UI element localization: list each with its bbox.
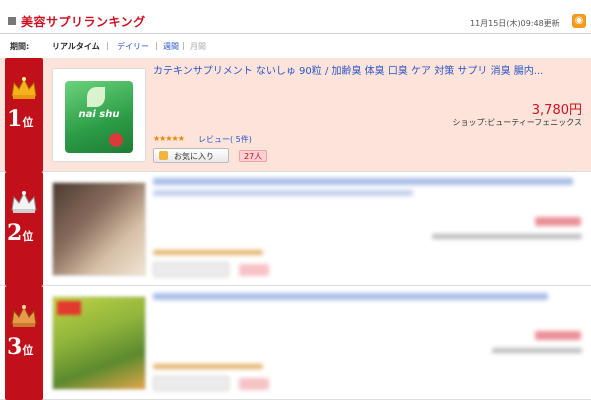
page-title: 美容サプリランキング	[21, 15, 146, 29]
shop-name[interactable]: ショップ:ビューティーフェニックス	[453, 117, 583, 128]
updated-timestamp: 11月15日(木)09:48更新	[470, 19, 560, 28]
product-title-link[interactable]: カテキンサプリメント ないしゅ 90粒 / 加齢臭 体臭 口臭 ケア 対策 サプ…	[153, 62, 583, 77]
period-selector: 期間: リアルタイム | デイリー | 週間 | 月間	[0, 38, 591, 56]
blurred-shop	[492, 348, 582, 353]
rank-digit: 2	[7, 220, 23, 246]
package-label: nai shu	[78, 109, 120, 120]
rss-icon[interactable]: ◉	[572, 14, 586, 28]
product-image[interactable]: nai shu	[52, 68, 146, 162]
add-favorite-button[interactable]: お気に入り	[153, 148, 229, 163]
product-package: nai shu	[65, 81, 133, 153]
blurred-favorite-button	[153, 376, 229, 391]
period-separator: |	[182, 41, 185, 50]
bronze-crown-icon	[11, 305, 37, 327]
page-header: 美容サプリランキング 11月15日(木)09:48更新 ◉	[0, 0, 591, 32]
rank-unit: 位	[22, 116, 34, 129]
blurred-title-line	[153, 293, 548, 300]
rank-unit: 位	[22, 344, 34, 357]
period-tab-weekly[interactable]: 週間	[163, 41, 179, 52]
review-link[interactable]: レビュー( 5件)	[198, 134, 252, 145]
rank-number: 3位	[7, 334, 41, 360]
silver-crown-icon	[11, 191, 37, 213]
product-image[interactable]	[52, 296, 146, 390]
blurred-price	[535, 217, 581, 226]
ranking-item: 2位	[0, 172, 591, 286]
gold-crown-icon	[11, 77, 37, 99]
ranking-item: 3位	[0, 286, 591, 400]
blurred-price	[535, 331, 581, 340]
favorite-label: お気に入り	[174, 152, 214, 161]
period-tab-monthly[interactable]: 月間	[190, 41, 206, 52]
red-dot-icon	[109, 133, 123, 147]
period-separator: |	[106, 41, 109, 50]
product-price: 3,780円	[531, 103, 582, 118]
rank-badge: 2位	[5, 172, 43, 286]
rank-badge: 1位	[5, 58, 43, 172]
blurred-review	[153, 364, 263, 369]
period-tab-daily[interactable]: デイリー	[117, 41, 149, 52]
rank-digit: 3	[7, 334, 23, 360]
header-divider	[0, 33, 591, 34]
blurred-favorite-count	[239, 378, 269, 390]
product-image[interactable]	[52, 182, 146, 276]
period-label: 期間:	[10, 42, 30, 51]
rank-digit: 1	[7, 106, 23, 132]
rank-badge: 3位	[5, 286, 43, 400]
rating-stars: ★★★★★	[153, 134, 185, 143]
blurred-title-line	[153, 190, 413, 196]
blurred-favorite-button	[153, 262, 229, 277]
blurred-title-line	[153, 178, 573, 185]
favorite-icon	[159, 151, 168, 160]
blurred-favorite-count	[239, 264, 269, 276]
period-separator: |	[155, 41, 158, 50]
ranking-item: 1位 nai shu カテキンサプリメント ないしゅ 90粒 / 加齢臭 体臭 …	[0, 58, 591, 172]
favorite-count-badge: 27人	[239, 150, 268, 162]
product-tag	[57, 301, 81, 315]
rank-unit: 位	[22, 230, 34, 243]
blurred-review	[153, 250, 263, 255]
rank-number: 2位	[7, 220, 41, 246]
rank-number: 1位	[7, 106, 41, 132]
title-bullet-icon	[8, 17, 16, 25]
leaf-icon	[87, 87, 105, 107]
blurred-shop	[432, 234, 582, 239]
period-tab-realtime[interactable]: リアルタイム	[52, 41, 100, 52]
